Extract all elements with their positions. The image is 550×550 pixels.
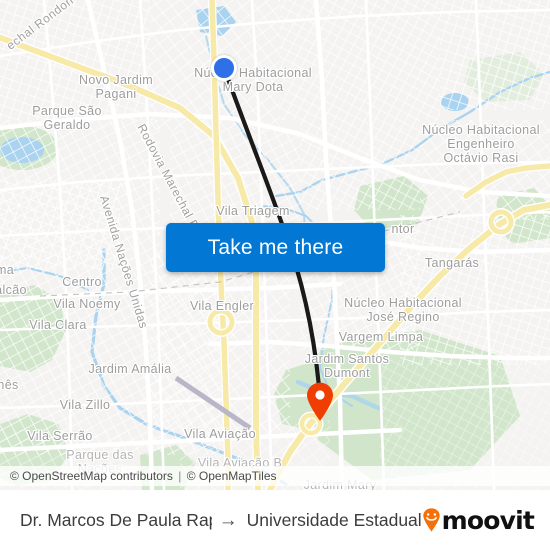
origin-location-dot[interactable]	[211, 55, 237, 81]
trip-destination-label: Universidade Estadual ...	[246, 509, 422, 530]
attribution-openmaptiles[interactable]: © OpenMapTiles	[187, 469, 277, 483]
moovit-logo[interactable]: moovit	[422, 505, 535, 535]
attribution-osm[interactable]: © OpenStreetMap contributors	[10, 469, 173, 483]
arrow-right-icon: →	[218, 509, 238, 531]
moovit-trip-map-screen: echal Rondon Novo Jardim Pagani Parque São…	[0, 0, 550, 550]
map-attribution: © OpenStreetMap contributors | © OpenMap…	[0, 466, 550, 486]
attribution-separator: |	[178, 469, 182, 483]
map-canvas[interactable]: echal Rondon Novo Jardim Pagani Parque São…	[0, 0, 550, 490]
take-me-there-button[interactable]: Take me there	[166, 223, 385, 272]
trip-origin-label: Dr. Marcos De Paula Rap...	[20, 509, 212, 530]
moovit-wordmark: moovit	[441, 505, 535, 535]
trip-footer-bar: Dr. Marcos De Paula Rap... → Universidad…	[0, 490, 550, 550]
destination-pin-icon[interactable]	[305, 382, 335, 422]
moovit-pin-icon	[422, 508, 441, 532]
